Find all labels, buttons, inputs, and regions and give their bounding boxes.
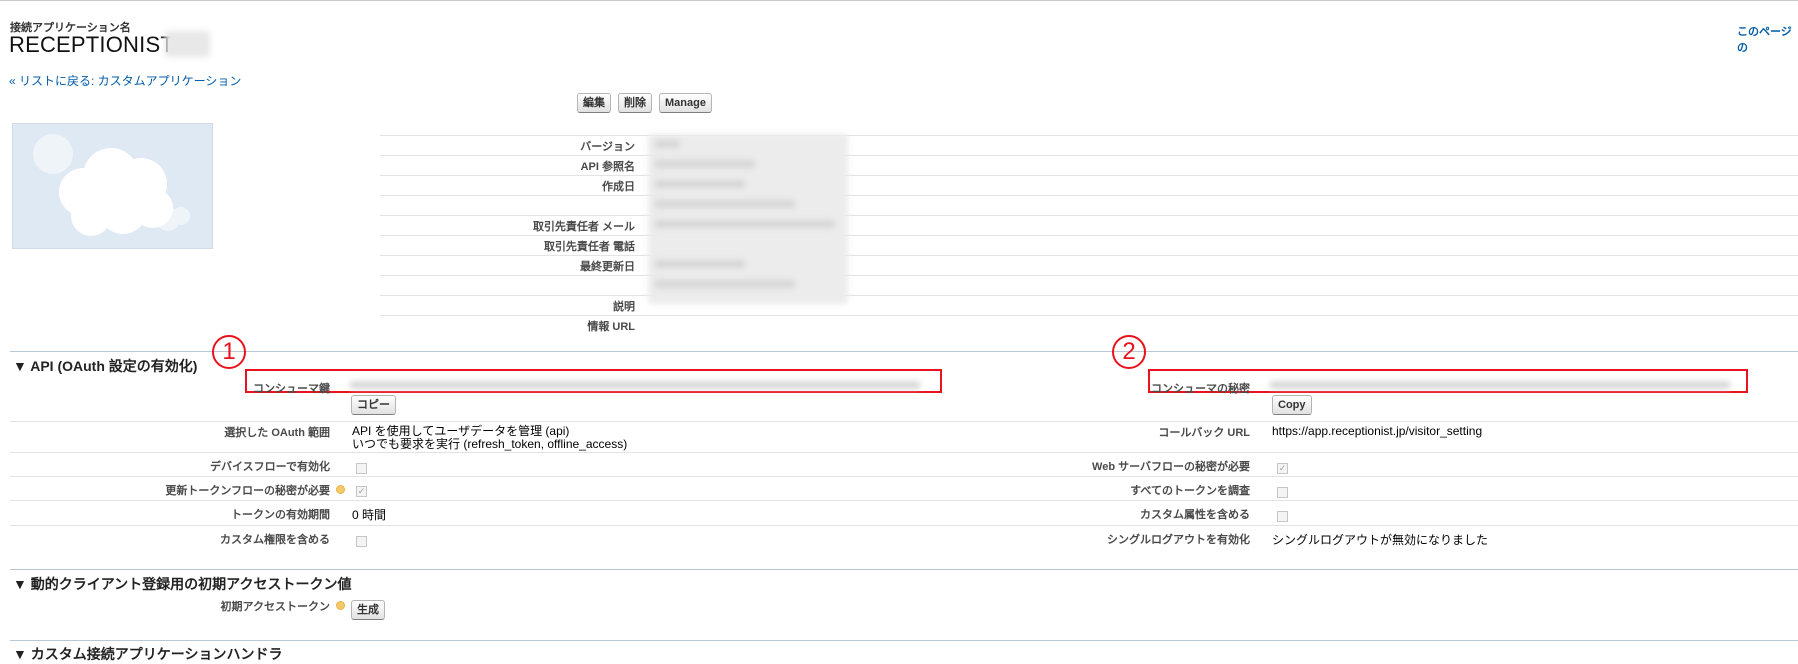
page-title: RECEPTIONIST (9, 32, 174, 57)
version-label: バージョン (580, 141, 635, 153)
edit-button[interactable]: 編集 (577, 93, 611, 113)
redacted-version (655, 140, 679, 148)
copy-secret-button[interactable]: Copy (1272, 395, 1312, 415)
api-section-title[interactable]: ▼ API (OAuth 設定の有効化) (13, 356, 197, 376)
redacted-modifier (655, 280, 795, 288)
redacted-created (655, 180, 745, 188)
copy-key-button[interactable]: コピー (351, 395, 396, 415)
consumer-key-label: コンシューマ鍵 (253, 383, 330, 395)
help-link[interactable]: このページの (1737, 23, 1798, 55)
initial-token-label: 初期アクセストークン (220, 601, 330, 613)
custom-attributes-label: カスタム属性を含める (1140, 509, 1250, 521)
app-logo (12, 123, 213, 249)
single-logout-label: シングルログアウトを有効化 (1107, 534, 1250, 546)
refresh-secret-label: 更新トークンフローの秘密が必要 (165, 485, 330, 497)
refresh-secret-help-icon[interactable] (336, 485, 345, 494)
redacted-creator (655, 200, 795, 208)
cloud-icon (33, 134, 190, 236)
description-label: 説明 (613, 301, 635, 313)
token-validity-value: 0 時間 (352, 508, 387, 522)
redacted-api-name (655, 160, 755, 168)
api-name-label: API 参照名 (580, 161, 635, 173)
introspect-label: すべてのトークンを調査 (1130, 485, 1250, 497)
web-server-secret-checkbox[interactable]: ✓ (1277, 463, 1288, 474)
redacted-consumer-secret (1270, 381, 1730, 389)
custom-permissions-checkbox[interactable] (356, 536, 367, 547)
initial-token-help-icon[interactable] (336, 601, 345, 610)
annotation-marker-1: 1 (212, 335, 246, 369)
refresh-secret-checkbox[interactable]: ✓ (356, 486, 367, 497)
single-logout-value: シングルログアウトが無効になりました (1272, 533, 1489, 547)
token-validity-label: トークンの有効期間 (231, 509, 330, 521)
info-url-label: 情報 URL (587, 321, 635, 333)
device-flow-checkbox[interactable] (356, 463, 367, 474)
redacted-email (655, 220, 835, 228)
callback-url-label: コールバック URL (1158, 427, 1250, 439)
annotation-marker-2: 2 (1112, 335, 1146, 369)
redacted-consumer-key (350, 381, 920, 389)
last-modified-label: 最終更新日 (580, 261, 635, 273)
manage-button[interactable]: Manage (659, 93, 712, 113)
oauth-scope-label: 選択した OAuth 範囲 (224, 427, 330, 439)
introspect-checkbox[interactable] (1277, 487, 1288, 498)
dynamic-section-title[interactable]: ▼ 動的クライアント登録用の初期アクセストークン値 (13, 574, 352, 594)
web-server-secret-label: Web サーバフローの秘密が必要 (1092, 461, 1250, 473)
handler-section-title[interactable]: ▼ カスタム接続アプリケーションハンドラ (13, 644, 282, 664)
back-to-list-link[interactable]: « リストに戻る: カスタムアプリケーション (9, 72, 241, 89)
custom-attributes-checkbox[interactable] (1277, 511, 1288, 522)
custom-permissions-label: カスタム権限を含める (220, 534, 330, 546)
delete-button[interactable]: 削除 (618, 93, 652, 113)
generate-token-button[interactable]: 生成 (351, 600, 385, 620)
redacted-app-suffix (165, 31, 210, 57)
consumer-secret-label: コンシューマの秘密 (1151, 383, 1250, 395)
redacted-modified (655, 260, 745, 268)
callback-url-value: https://app.receptionist.jp/visitor_sett… (1272, 424, 1483, 438)
contact-email-label: 取引先責任者 メール (532, 221, 635, 233)
oauth-scope-refresh: いつでも要求を実行 (refresh_token, offline_access… (352, 437, 628, 451)
device-flow-label: デバイスフローで有効化 (209, 461, 330, 473)
contact-phone-label: 取引先責任者 電話 (543, 241, 635, 253)
created-label: 作成日 (602, 181, 635, 193)
